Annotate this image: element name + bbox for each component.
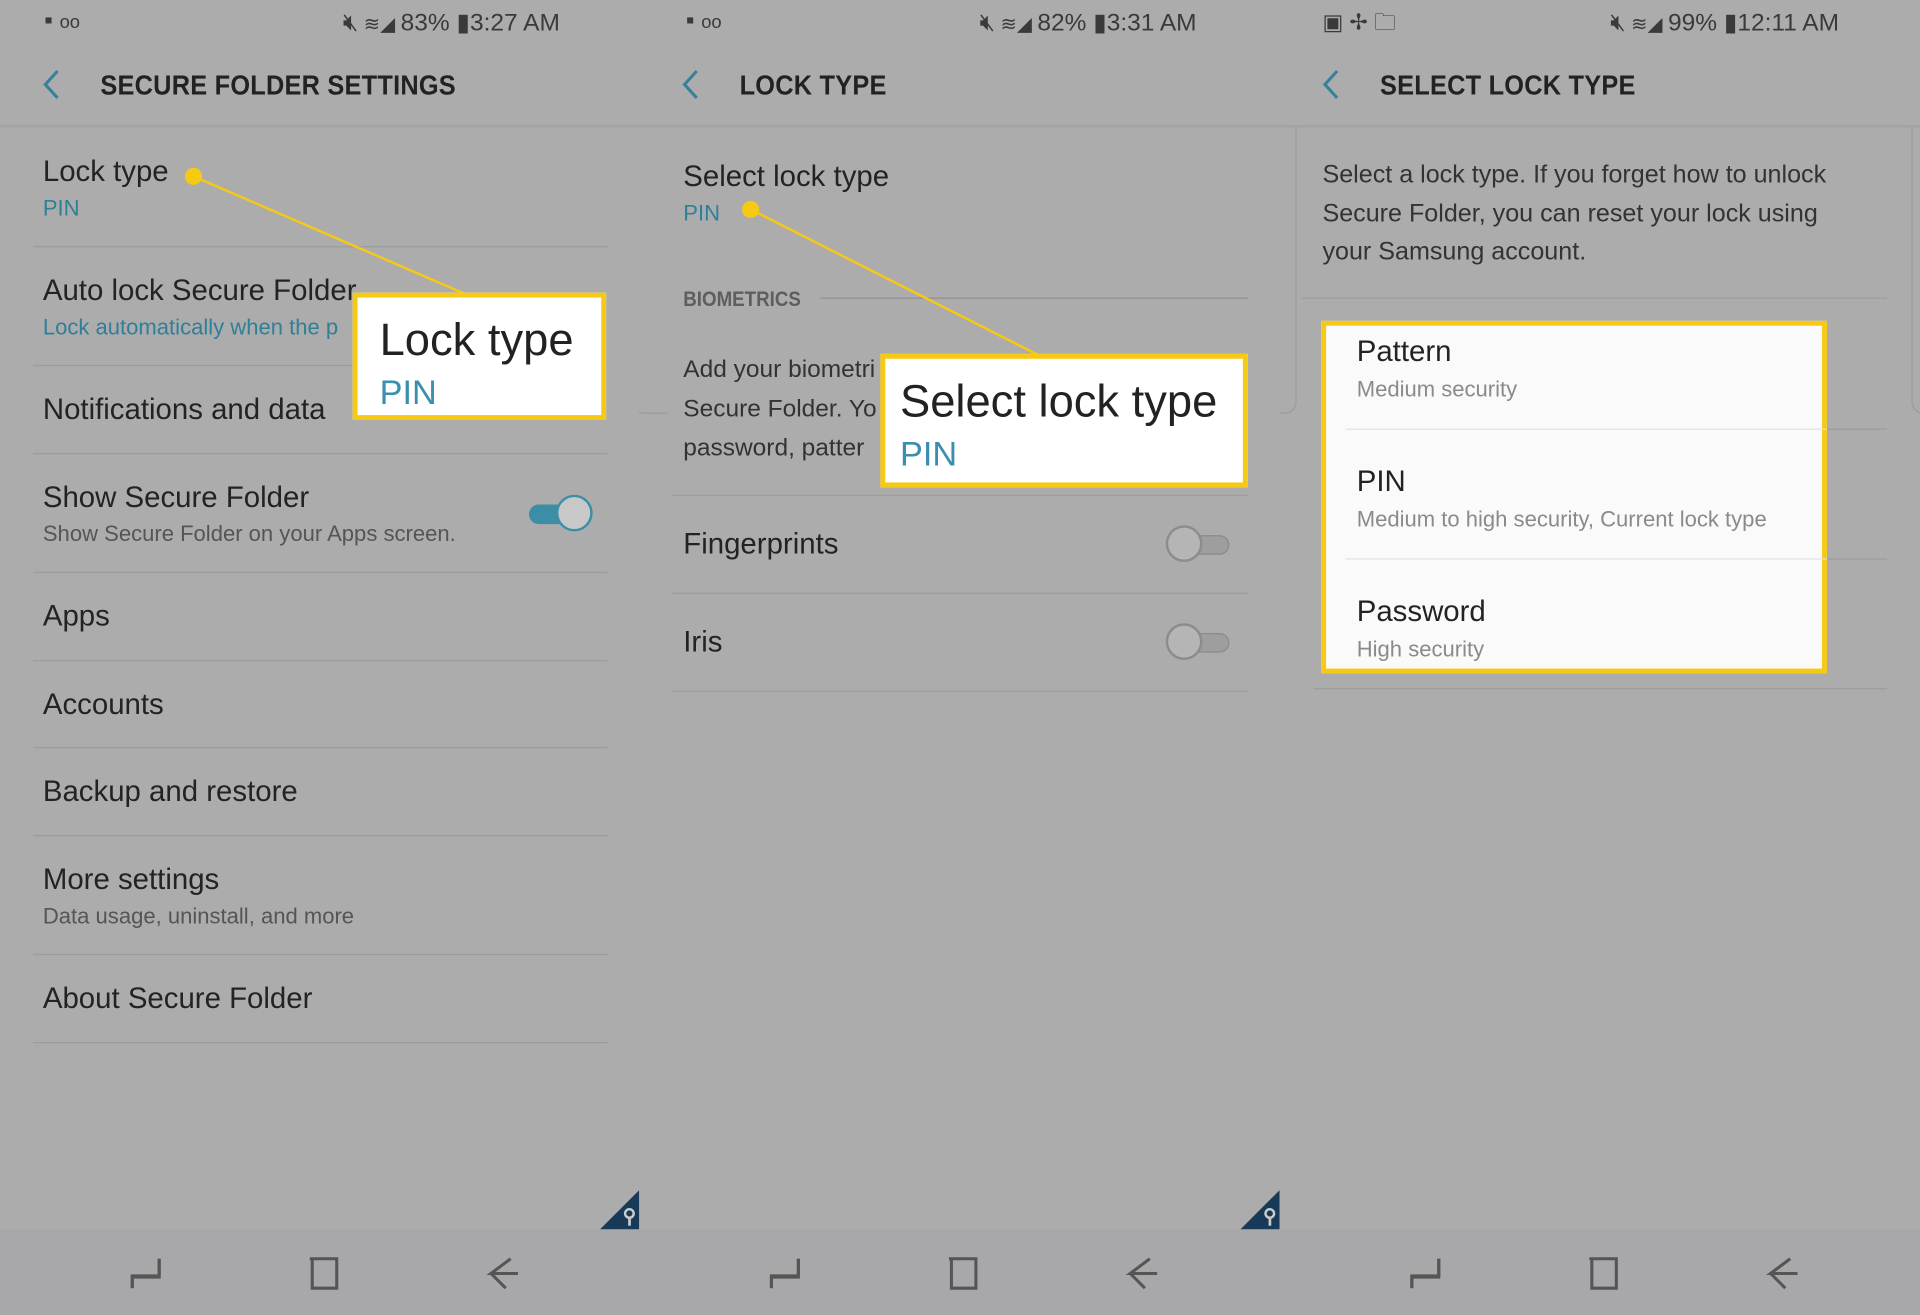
lock-type-description: your Samsung account. (1322, 237, 1587, 266)
back-icon[interactable] (1123, 1251, 1160, 1295)
lock-type-description: Select a lock type. If you forget how to… (1322, 160, 1827, 189)
battery-charging-icon: ▮ (1723, 9, 1738, 37)
secure-folder-key-icon (600, 1190, 640, 1230)
lock-type-description: Secure Folder, you can reset your lock u… (1322, 199, 1818, 228)
fingerprints-item[interactable]: Fingerprints (683, 528, 838, 562)
option-subtitle: High security (1356, 636, 1485, 662)
item-subtitle: Show Secure Folder on your Apps screen. (42, 521, 456, 547)
lock-type-screen: ▪ oo 🔇︎ ≋◢ 82% ▮3:31 AM LOCK TYPE Select… (639, 0, 1280, 1315)
home-icon[interactable] (944, 1251, 981, 1295)
lock-options-highlight: Pattern Medium security PIN Medium to high… (1321, 320, 1827, 674)
status-right: 🔇︎ ≋◢ 99% ▮12:11 AM (1610, 7, 1839, 38)
option-title: Pattern (1356, 335, 1452, 369)
setting-about[interactable]: About Secure Folder (43, 982, 313, 1016)
home-icon[interactable] (1584, 1251, 1621, 1295)
clock: 12:11 AM (1737, 9, 1840, 37)
option-title: PIN (1356, 465, 1406, 499)
back-arrow-icon[interactable] (1319, 66, 1343, 103)
wifi-icon: ≋◢ (1625, 14, 1669, 36)
setting-backup-restore[interactable]: Backup and restore (43, 775, 298, 809)
setting-apps[interactable]: Apps (43, 600, 110, 634)
folder-sync-icon: 🗀︎ (1374, 9, 1397, 35)
select-lock-type-screen: ▣ ✢ 🗀︎ 🔇︎ ≋◢ 99% ▮12:11 AM SELECT LOCK T… (1279, 0, 1920, 1315)
option-subtitle: Medium to high security, Current lock ty… (1356, 506, 1767, 532)
gallery-icon: ▣ (1322, 9, 1344, 35)
item-title: More settings (42, 863, 220, 897)
recent-apps-icon[interactable] (1407, 1251, 1444, 1295)
page-title: SELECT LOCK TYPE (1380, 68, 1636, 101)
secure-folder-key-icon (1240, 1190, 1280, 1230)
recent-apps-icon[interactable] (127, 1251, 164, 1295)
callout-title: Select lock type (900, 375, 1218, 427)
back-icon[interactable] (484, 1251, 521, 1295)
show-secure-folder-toggle[interactable] (527, 494, 593, 532)
callout-value: PIN (900, 434, 958, 473)
option-subtitle: Medium security (1356, 377, 1518, 402)
recent-apps-icon[interactable] (767, 1251, 804, 1295)
option-title: Password (1356, 595, 1486, 629)
iris-toggle[interactable] (1165, 623, 1232, 661)
battery-percent: 99% (1668, 9, 1718, 37)
callout-lock-type: Lock type PIN (352, 292, 607, 421)
setting-accounts[interactable]: Accounts (43, 688, 164, 722)
callout-select-lock-type: Select lock type PIN (880, 353, 1248, 488)
home-icon[interactable] (305, 1251, 342, 1295)
item-subtitle: Data usage, uninstall, and more (42, 903, 355, 929)
pinwheel-icon: ✢ (1349, 9, 1368, 35)
secure-folder-settings-screen: ▪ oo 🔇︎ ≋◢ 83% ▮3:27 AM SECURE FOLDER SE… (0, 0, 641, 1315)
back-icon[interactable] (1763, 1251, 1800, 1295)
header-divider (1279, 124, 1920, 128)
mute-icon: 🔇︎ (1610, 9, 1626, 37)
fingerprints-toggle[interactable] (1165, 525, 1232, 563)
iris-item[interactable]: Iris (683, 626, 722, 660)
callout-title: Lock type (379, 314, 574, 365)
callout-value: PIN (379, 373, 437, 412)
